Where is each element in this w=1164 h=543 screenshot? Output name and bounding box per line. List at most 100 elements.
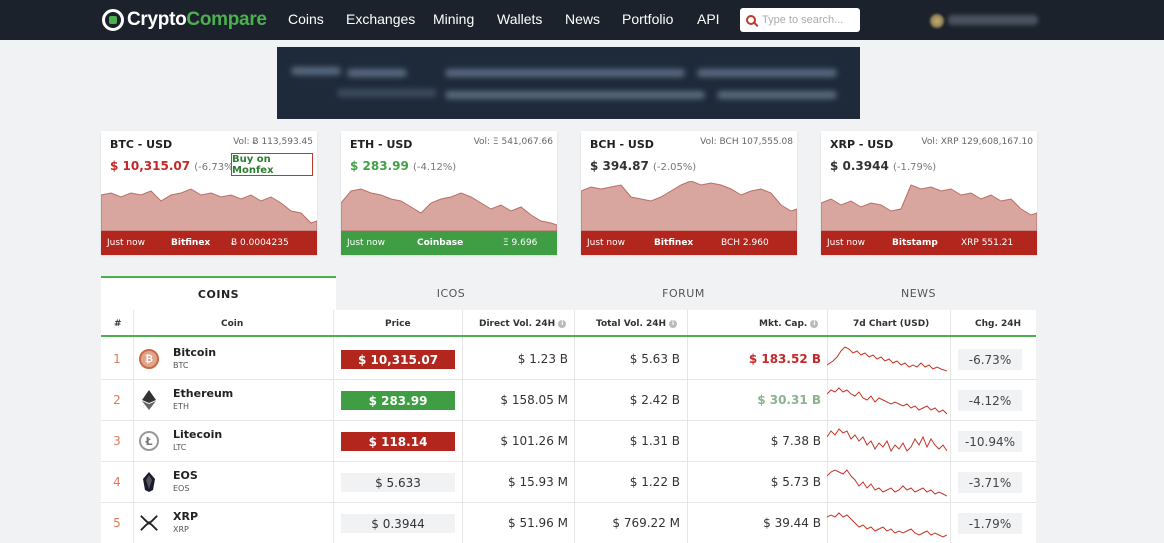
table-header: # Coin Price Direct Vol. 24H i Total Vol.…: [101, 310, 1036, 337]
user-avatar[interactable]: [930, 14, 944, 28]
card-footer: Just now Bitfinex Ƀ 0.0004235: [101, 231, 317, 255]
direct-volume: $ 51.96 M: [508, 516, 568, 530]
change-24h: -6.73%: [958, 349, 1022, 370]
card-volume: Vol: Ξ 541,067.66: [473, 137, 553, 147]
card-sparkline: [821, 184, 1037, 231]
market-cap: $ 30.31 B: [757, 393, 821, 407]
card-price: $ 394.87 (-2.05%): [590, 159, 697, 173]
total-volume: $ 1.31 B: [629, 434, 680, 448]
tab-coins[interactable]: COINS: [101, 276, 336, 310]
coin-price: $ 5.633: [341, 473, 455, 492]
nav-mining[interactable]: Mining: [433, 11, 474, 27]
header-direct-vol[interactable]: Direct Vol. 24H i: [479, 319, 567, 329]
ethereum-icon: [139, 390, 159, 410]
sparkline-7d[interactable]: [827, 384, 947, 416]
coin-price: $ 10,315.07: [341, 350, 455, 369]
market-cap: $ 7.38 B: [770, 434, 821, 448]
market-cap: $ 39.44 B: [763, 516, 821, 530]
header-total-vol[interactable]: Total Vol. 24H i: [596, 319, 678, 329]
row-rank: 5: [113, 516, 121, 530]
card-volume: Vol: BCH 107,555.08: [700, 137, 793, 147]
total-volume: $ 5.63 B: [629, 352, 680, 366]
coin-price: $ 118.14: [341, 432, 455, 451]
total-volume: $ 769.22 M: [612, 516, 680, 530]
price-card-btc[interactable]: BTC - USD Vol: Ƀ 113,593.45 $ 10,315.07 …: [101, 131, 317, 255]
info-icon[interactable]: i: [810, 319, 819, 328]
search-input[interactable]: [762, 14, 852, 26]
sparkline-7d[interactable]: [827, 343, 947, 375]
header-change[interactable]: Chg. 24H: [975, 319, 1021, 329]
table-row[interactable]: 4 EOS EOS $ 5.633 $ 15.93 M $ 1.22 B $ 5…: [101, 462, 1036, 503]
card-sparkline: [581, 181, 797, 231]
row-rank: 3: [113, 434, 121, 448]
header-rank[interactable]: #: [114, 319, 122, 329]
eos-icon: [139, 472, 159, 492]
total-volume: $ 1.22 B: [629, 475, 680, 489]
card-price: $ 0.3944 (-1.79%): [830, 159, 937, 173]
nav-api[interactable]: API: [697, 11, 720, 27]
tab-news[interactable]: NEWS: [801, 276, 1036, 310]
card-footer: Just now Bitfinex BCH 2.960: [581, 231, 797, 255]
header-coin[interactable]: Coin: [221, 319, 243, 329]
direct-volume: $ 101.26 M: [500, 434, 568, 448]
coins-table: # Coin Price Direct Vol. 24H i Total Vol.…: [101, 310, 1036, 543]
change-24h: -10.94%: [958, 431, 1022, 452]
tab-forum[interactable]: FORUM: [566, 276, 801, 310]
ad-banner[interactable]: [277, 47, 860, 119]
price-card-bch[interactable]: BCH - USD Vol: BCH 107,555.08 $ 394.87 (…: [581, 131, 797, 255]
total-volume: $ 2.42 B: [629, 393, 680, 407]
coin-name[interactable]: EOS: [173, 469, 198, 482]
sparkline-7d[interactable]: [827, 466, 947, 498]
cryptocompare-logo[interactable]: CryptoCompare: [102, 8, 267, 32]
nav-news[interactable]: News: [565, 11, 600, 27]
info-icon[interactable]: i: [669, 319, 678, 328]
bitcoin-icon: ₿: [139, 349, 159, 369]
buy-on-monfex-button[interactable]: Buy on Monfex: [231, 153, 313, 176]
header-price[interactable]: Price: [385, 319, 411, 329]
price-card-xrp[interactable]: XRP - USD Vol: XRP 129,608,167.10 $ 0.39…: [821, 131, 1037, 255]
card-price: $ 10,315.07 (-6.73%): [110, 159, 238, 173]
table-row[interactable]: 2 Ethereum ETH $ 283.99 $ 158.05 M $ 2.4…: [101, 380, 1036, 421]
direct-volume: $ 158.05 M: [500, 393, 568, 407]
litecoin-icon: Ł: [139, 431, 159, 451]
card-volume: Vol: Ƀ 113,593.45: [233, 137, 313, 147]
logo-text-crypto: Crypto: [127, 9, 187, 30]
coin-name[interactable]: Bitcoin: [173, 346, 216, 359]
table-row[interactable]: 5 XRP XRP $ 0.3944 $ 51.96 M $ 769.22 M …: [101, 503, 1036, 543]
coin-name[interactable]: Ethereum: [173, 387, 233, 400]
coin-name[interactable]: XRP: [173, 510, 198, 523]
table-row[interactable]: 3 Ł Litecoin LTC $ 118.14 $ 101.26 M $ 1…: [101, 421, 1036, 462]
header-7d-chart: 7d Chart (USD): [853, 319, 930, 329]
section-tabs: COINS ICOS FORUM NEWS: [101, 276, 1036, 310]
nav-wallets[interactable]: Wallets: [497, 11, 542, 27]
tab-icos[interactable]: ICOS: [336, 276, 566, 310]
card-price: $ 283.99 (-4.12%): [350, 159, 457, 173]
top-navbar: CryptoCompare Coins Exchanges Mining Wal…: [0, 0, 1164, 40]
coin-symbol: LTC: [173, 443, 187, 452]
card-footer: Just now Bitstamp XRP 551.21: [821, 231, 1037, 255]
direct-volume: $ 15.93 M: [508, 475, 568, 489]
nav-coins[interactable]: Coins: [288, 11, 324, 27]
card-sparkline: [101, 188, 317, 231]
logo-icon: [102, 9, 124, 31]
search-box[interactable]: [740, 8, 860, 32]
info-icon[interactable]: i: [558, 319, 567, 328]
coin-symbol: XRP: [173, 525, 189, 534]
sparkline-7d[interactable]: [827, 425, 947, 457]
card-pair: ETH - USD: [350, 138, 413, 151]
coin-symbol: ETH: [173, 402, 189, 411]
card-volume: Vol: XRP 129,608,167.10: [921, 137, 1033, 147]
header-mkt-cap[interactable]: Mkt. Cap. i: [759, 319, 819, 329]
logo-text-compare: Compare: [186, 9, 267, 30]
card-pair: BTC - USD: [110, 138, 173, 151]
price-card-eth[interactable]: ETH - USD Vol: Ξ 541,067.66 $ 283.99 (-4…: [341, 131, 557, 255]
coin-price: $ 283.99: [341, 391, 455, 410]
table-row[interactable]: 1 ₿ Bitcoin BTC $ 10,315.07 $ 1.23 B $ 5…: [101, 339, 1036, 380]
coin-symbol: EOS: [173, 484, 190, 493]
search-icon: [746, 15, 756, 25]
sparkline-7d[interactable]: [827, 507, 947, 539]
nav-portfolio[interactable]: Portfolio: [622, 11, 673, 27]
nav-exchanges[interactable]: Exchanges: [346, 11, 415, 27]
coin-name[interactable]: Litecoin: [173, 428, 222, 441]
user-name-blurred[interactable]: [948, 15, 1038, 25]
